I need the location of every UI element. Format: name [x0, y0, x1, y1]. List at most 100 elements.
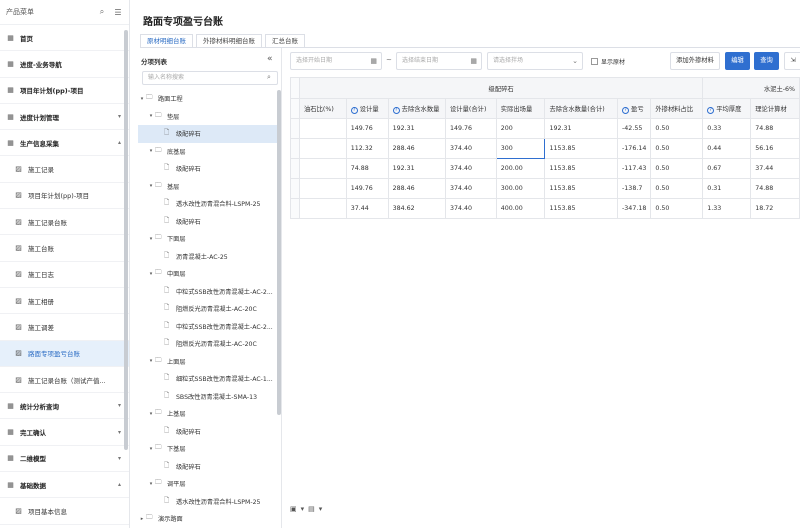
- start-date-input[interactable]: 选择开始日期 ▦: [290, 52, 382, 70]
- table-cell[interactable]: 1153.85: [544, 198, 619, 219]
- table-cell[interactable]: 374.40: [445, 158, 497, 179]
- menu-toggle-icon[interactable]: ☰: [113, 8, 123, 17]
- tree-node[interactable]: 🗋 阻燃反光沥青混凝土-AC-20C: [138, 335, 278, 353]
- sidebar-item[interactable]: ▨ 施工调差: [0, 314, 129, 341]
- row-header-cell[interactable]: [290, 198, 300, 219]
- sidebar-item[interactable]: ▦ 首页: [0, 25, 129, 52]
- tab-additive-ledger[interactable]: 外掺材料明细台账: [196, 34, 262, 48]
- sidebar-item[interactable]: ▨ 施工相册: [0, 288, 129, 315]
- tree-node[interactable]: 🗋 细粒式SSB改性沥青混凝土-AC-1...: [138, 370, 278, 388]
- table-cell[interactable]: 192.31: [544, 118, 619, 139]
- table-cell[interactable]: 384.62: [387, 198, 447, 219]
- table-cell[interactable]: 0.67: [702, 158, 752, 179]
- sidebar-item[interactable]: ▨ 路面专项盈亏台账: [0, 340, 129, 367]
- chevron-icon[interactable]: ▾: [118, 402, 121, 409]
- row-header-cell[interactable]: [290, 138, 300, 159]
- sidebar-item[interactable]: ▨ 项目基本信息: [0, 498, 129, 525]
- table-row[interactable]: 149.76 192.31 149.76 200 192.31 -42.55 0.50 0.3…: [290, 118, 800, 139]
- table-cell[interactable]: 288.46: [387, 178, 447, 199]
- expand-toggle-icon[interactable]: ▾: [138, 96, 146, 102]
- expand-toggle-icon[interactable]: ▾: [147, 446, 155, 452]
- column-header[interactable]: 外掺材料占比: [650, 98, 704, 119]
- tree-node[interactable]: ▸ 🗀 演示路面: [138, 510, 278, 528]
- table-cell[interactable]: 149.76: [445, 118, 497, 139]
- export-icon[interactable]: ⇲: [784, 52, 800, 70]
- table-cell[interactable]: -347.18: [617, 198, 652, 219]
- table-cell[interactable]: 1153.85: [544, 158, 619, 179]
- tree-node[interactable]: 🗋 透水改性沥青混合料-LSPM-25: [138, 195, 278, 213]
- table-cell[interactable]: 0.44: [702, 138, 752, 159]
- tree-scrollbar[interactable]: [277, 90, 281, 415]
- tree-node[interactable]: 🗋 级配碎石: [138, 423, 278, 441]
- tree-node[interactable]: ▾ 🗀 下面层: [138, 230, 278, 248]
- tab-summary-ledger[interactable]: 汇总台账: [265, 34, 305, 48]
- sidebar-item[interactable]: ▨ 施工记录: [0, 156, 129, 183]
- column-header[interactable]: 理论计算材: [750, 98, 800, 119]
- expand-toggle-icon[interactable]: ▾: [147, 358, 155, 364]
- sidebar-item[interactable]: ▦ 统计分析查询 ▾: [0, 393, 129, 420]
- table-cell[interactable]: 56.16: [750, 138, 800, 159]
- table-cell[interactable]: [299, 198, 347, 219]
- tree-node[interactable]: ▾ 🗀 下基层: [138, 440, 278, 458]
- chevron-down-icon[interactable]: ▾: [301, 505, 305, 513]
- print-icon[interactable]: ▤: [308, 505, 315, 513]
- sidebar-item[interactable]: ▨ 项目年计划(pp)-项目: [0, 183, 129, 210]
- help-icon[interactable]: ?: [707, 106, 715, 114]
- table-cell[interactable]: [299, 118, 347, 139]
- column-header[interactable]: ? 平均厚度: [702, 98, 752, 119]
- table-row[interactable]: 112.32 288.46 374.40 300 1153.85 -176.14 0.50 0…: [290, 138, 800, 159]
- tree-node[interactable]: 🗋 中粒式SSB改性沥青混凝土-AC-2...: [138, 318, 278, 336]
- tab-raw-material-ledger[interactable]: 原材明细台账: [140, 34, 193, 48]
- chevron-icon[interactable]: ▾: [118, 429, 121, 436]
- expand-toggle-icon[interactable]: ▾: [147, 148, 155, 154]
- sidebar-item[interactable]: ▨ 施工台账: [0, 235, 129, 262]
- sidebar-item[interactable]: ▦ 二维模型 ▾: [0, 446, 129, 473]
- table-cell[interactable]: 37.44: [750, 158, 800, 179]
- tree-node[interactable]: ▾ 🗀 上基层: [138, 405, 278, 423]
- table-cell[interactable]: 0.50: [650, 178, 704, 199]
- chevron-icon[interactable]: ▾: [118, 113, 121, 120]
- chevron-down-icon[interactable]: ▾: [319, 505, 323, 513]
- query-button[interactable]: 查询: [754, 52, 779, 70]
- table-cell[interactable]: -117.43: [617, 158, 652, 179]
- checkbox-box[interactable]: [591, 58, 598, 65]
- column-header[interactable]: ? 设计量: [345, 98, 389, 119]
- sidebar-scrollbar[interactable]: [124, 30, 128, 450]
- tree-node[interactable]: 🗋 阻燃反光沥青混凝土-AC-20C: [138, 300, 278, 318]
- table-cell[interactable]: 300.00: [495, 178, 546, 199]
- table-cell[interactable]: 18.72: [750, 198, 800, 219]
- table-cell[interactable]: 149.76: [345, 118, 389, 139]
- column-header[interactable]: ? 去除含水数量: [387, 98, 447, 119]
- table-cell[interactable]: 0.50: [650, 198, 704, 219]
- table-cell[interactable]: -42.55: [617, 118, 652, 139]
- sidebar-item[interactable]: ▦ 完工确认 ▾: [0, 419, 129, 446]
- table-cell[interactable]: 37.44: [345, 198, 389, 219]
- table-cell[interactable]: 149.76: [345, 178, 389, 199]
- tree-node[interactable]: ▾ 🗀 上面层: [138, 353, 278, 371]
- expand-toggle-icon[interactable]: ▾: [147, 481, 155, 487]
- table-cell[interactable]: 74.88: [750, 118, 800, 139]
- chevron-icon[interactable]: ▴: [118, 481, 121, 488]
- tree-node[interactable]: ▾ 🗀 垫层: [138, 108, 278, 126]
- table-cell[interactable]: 0.50: [650, 138, 704, 159]
- table-row[interactable]: 149.76 288.46 374.40 300.00 1153.85 -138.7 0.5…: [290, 178, 800, 199]
- table-cell[interactable]: 288.46: [387, 138, 447, 159]
- table-cell[interactable]: 0.50: [650, 118, 704, 139]
- row-header-cell[interactable]: [290, 118, 300, 139]
- search-icon[interactable]: ⌕: [267, 73, 271, 82]
- tree-node[interactable]: ▾ 🗀 基层: [138, 178, 278, 196]
- sidebar-item[interactable]: ▦ 生产信息采集 ▴: [0, 130, 129, 157]
- row-header-cell[interactable]: [290, 178, 300, 199]
- table-cell[interactable]: 112.32: [345, 138, 389, 159]
- row-header-cell[interactable]: [290, 158, 300, 179]
- table-cell[interactable]: 192.31: [387, 118, 447, 139]
- tree-node[interactable]: 🗋 级配碎石: [138, 125, 278, 143]
- tree-node[interactable]: 🗋 沥青混凝土-AC-25: [138, 248, 278, 266]
- table-cell[interactable]: 74.88: [345, 158, 389, 179]
- help-icon[interactable]: ?: [622, 106, 630, 114]
- table-cell[interactable]: 200: [495, 118, 546, 139]
- table-cell[interactable]: 1153.85: [544, 178, 619, 199]
- help-icon[interactable]: ?: [350, 106, 358, 114]
- tree-search-input[interactable]: 输入名称搜索: [142, 71, 278, 85]
- sidebar-item[interactable]: ▦ 项目年计划(pp)-项目: [0, 78, 129, 104]
